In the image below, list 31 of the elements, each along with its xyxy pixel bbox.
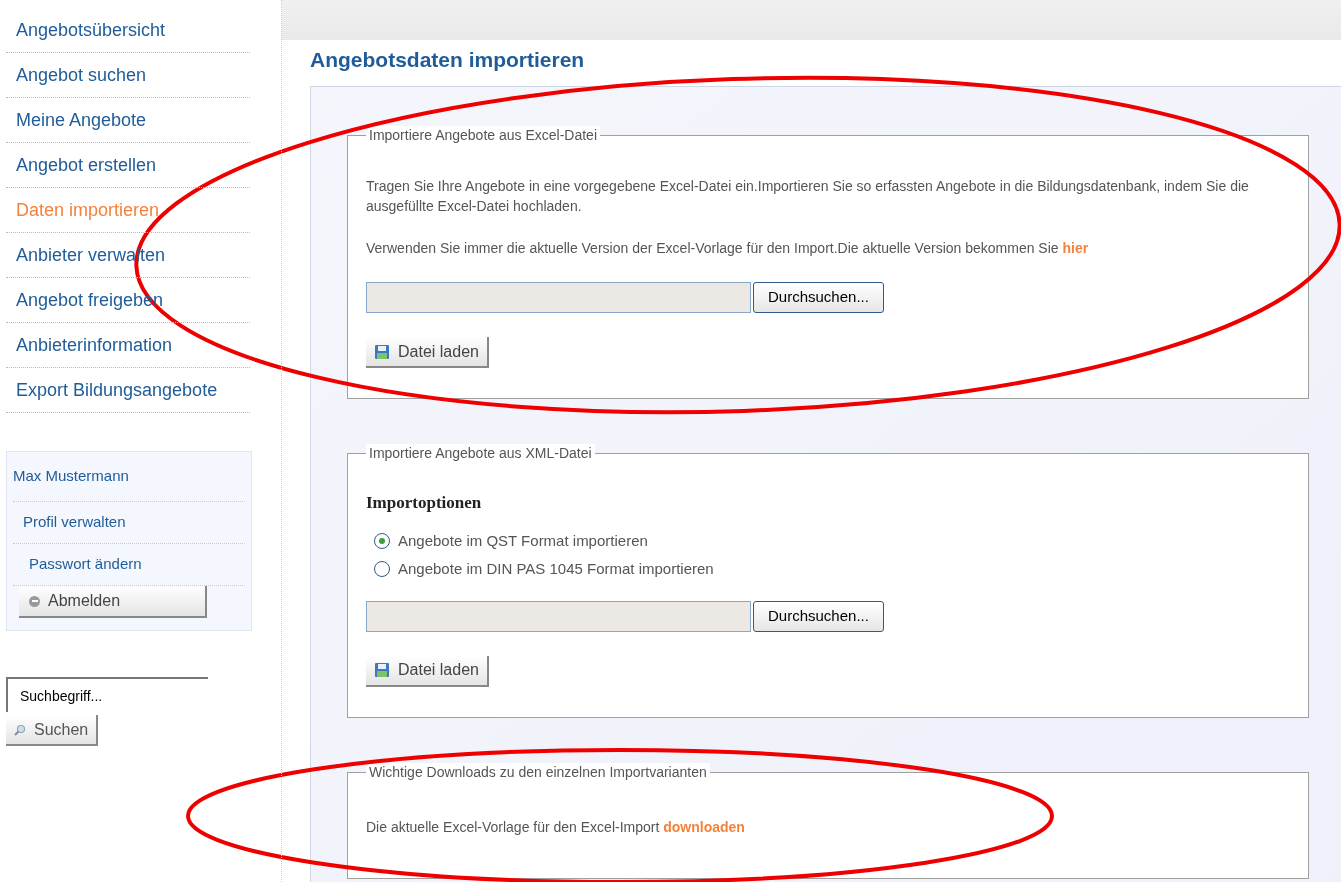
radio-button[interactable] <box>374 532 390 549</box>
search-field[interactable]: Suchbegriff... <box>6 677 208 712</box>
download-text: Die aktuelle Excel-Vorlage für den Excel-Import downloaden <box>366 817 746 837</box>
format-radio-option[interactable]: Angebote im DIN PAS 1045 Format importieren <box>374 558 1290 581</box>
fieldset-legend: Importiere Angebote aus XML-Datei <box>366 444 595 462</box>
magnifier-icon <box>14 723 26 736</box>
fieldset-legend: Wichtige Downloads zu den einzelnen Importvarianten <box>366 762 710 781</box>
user-name: Max Mustermann <box>13 452 245 502</box>
load-file-button[interactable]: Datei laden <box>366 337 489 368</box>
nav-link[interactable]: Angebotsübersicht <box>6 8 250 53</box>
nav-link[interactable]: Export Bildungsangebote <box>6 368 250 413</box>
user-link[interactable]: Profil verwalten <box>13 511 126 534</box>
logout-button[interactable]: Abmelden <box>19 586 207 618</box>
load-file-button[interactable]: Datei laden <box>366 655 489 687</box>
browse-button[interactable]: Durchsuchen... <box>753 282 884 313</box>
search-button[interactable]: Suchen <box>6 715 99 746</box>
file-path-field[interactable] <box>366 600 751 632</box>
format-radio-option[interactable]: Angebote im QST Format importieren <box>374 529 1290 552</box>
nav-link[interactable]: Angebot erstellen <box>6 143 250 188</box>
user-link[interactable]: Passwort ändern <box>13 553 142 576</box>
page-title: Angebotsdaten importieren <box>310 47 586 73</box>
nav-link[interactable]: Angebot suchen <box>6 53 250 98</box>
nav-link[interactable]: Meine Angebote <box>6 98 250 143</box>
nav-link[interactable]: Anbieterinformation <box>6 323 250 368</box>
import-options-heading: Importoptionen <box>366 492 483 514</box>
file-path-field[interactable] <box>366 282 751 313</box>
description-text: Tragen Sie Ihre Angebote in eine vorgegebene Excel-Datei ein.Importieren Sie so erfassten Angebote in die Bildungsdatenbank, indem Sie die ausgefüllte Excel-Datei hochladen. <box>366 177 1250 216</box>
browse-button[interactable]: Durchsuchen... <box>753 600 884 632</box>
note-text: Verwenden Sie immer die aktuelle Version der Excel-Vorlage für den Import.Die aktuelle Version bekommen Sie hier <box>366 239 1090 258</box>
fieldset-legend: Importiere Angebote aus Excel-Datei <box>366 126 600 144</box>
radio-button[interactable] <box>374 561 390 578</box>
